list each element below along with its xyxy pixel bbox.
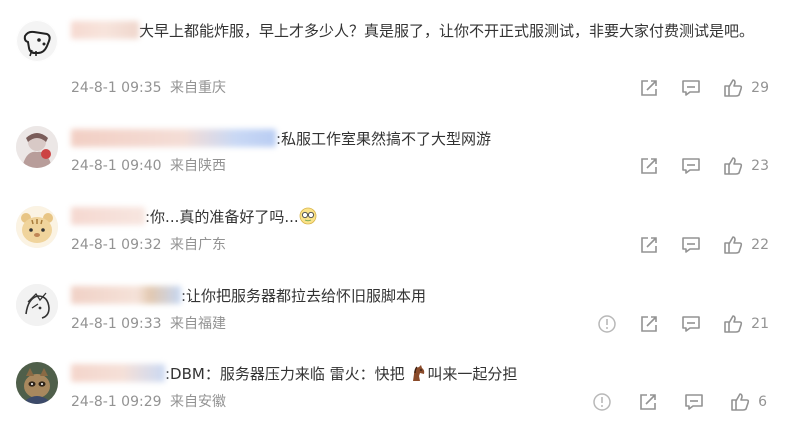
comment-location: 来自重庆	[169, 80, 226, 96]
thumbs-up-icon	[724, 315, 743, 333]
horse-emoji	[413, 365, 425, 381]
comment-actions: 22	[617, 234, 769, 256]
like-button[interactable]: 29	[723, 78, 769, 98]
avatar[interactable]	[16, 126, 58, 168]
comment-meta: 24-8-1 09:29 来自安徽	[71, 392, 226, 412]
like-count: 23	[751, 158, 769, 174]
comment-meta: 24-8-1 09:40 来自陕西	[71, 156, 226, 176]
like-button[interactable]: 23	[723, 156, 769, 176]
glasses-face-emoji	[299, 207, 317, 225]
username-blurred[interactable]	[71, 286, 181, 304]
comment-text: :私服工作室果然搞不了大型网游	[71, 127, 769, 151]
avatar[interactable]	[16, 206, 58, 248]
like-count: 6	[758, 394, 767, 410]
comment-body: :你...真的准备好了吗...	[71, 205, 769, 229]
dog-avatar-icon	[16, 20, 58, 62]
comment-actions: 21	[575, 313, 769, 335]
comment-time: 24-8-1 09:35	[71, 80, 162, 96]
report-icon[interactable]	[597, 314, 617, 334]
comment-time: 24-8-1 09:40	[71, 158, 162, 174]
username-blurred[interactable]	[71, 364, 165, 382]
comment-actions: 23	[617, 155, 769, 177]
comment-body: 大早上都能炸服，早上才多少人？真是服了，让你不开正式服测试，非要大家付费测试是吧…	[71, 19, 769, 43]
thumbs-up-icon	[724, 236, 743, 254]
comment-text: :你...真的准备好了吗...	[71, 205, 769, 229]
character-avatar-icon	[16, 126, 58, 168]
comment-meta: 24-8-1 09:35 来自重庆	[71, 78, 226, 98]
comment-location: 来自陕西	[169, 158, 226, 174]
like-button[interactable]: 22	[723, 235, 769, 255]
comment-actions: 29	[617, 77, 769, 99]
comment-body: :DBM：服务器压力来临 雷火：快把 叫来一起分担	[71, 362, 769, 386]
comment-time: 24-8-1 09:32	[71, 237, 162, 253]
avatar[interactable]	[16, 20, 58, 62]
share-icon[interactable]	[639, 156, 659, 176]
comment-time: 24-8-1 09:33	[71, 316, 162, 332]
comment-meta: 24-8-1 09:32 来自广东	[71, 235, 226, 255]
like-button[interactable]: 21	[723, 314, 769, 334]
thumbs-up-icon	[724, 79, 743, 97]
comment-text: :DBM：服务器压力来临 雷火：快把 叫来一起分担	[71, 362, 769, 386]
share-icon[interactable]	[639, 314, 659, 334]
sketch-avatar-icon	[16, 284, 58, 326]
like-count: 21	[751, 316, 769, 332]
comment-icon[interactable]	[681, 235, 701, 255]
comment-body: :私服工作室果然搞不了大型网游	[71, 127, 769, 151]
comment-location: 来自福建	[169, 316, 226, 332]
comment-icon[interactable]	[681, 314, 701, 334]
comment-location: 来自安徽	[169, 394, 226, 410]
share-icon[interactable]	[638, 392, 658, 412]
comment-icon[interactable]	[681, 156, 701, 176]
share-icon[interactable]	[639, 78, 659, 98]
comment-location: 来自广东	[169, 237, 226, 253]
comment-text: 大早上都能炸服，早上才多少人？真是服了，让你不开正式服测试，非要大家付费测试是吧…	[71, 19, 769, 43]
username-blurred[interactable]	[71, 207, 145, 225]
tiger-avatar-icon	[16, 206, 58, 248]
like-count: 22	[751, 237, 769, 253]
comment-meta: 24-8-1 09:33 来自福建	[71, 314, 226, 334]
comment-body: :让你把服务器都拉去给怀旧服脚本用	[71, 284, 769, 308]
like-button[interactable]: 6	[730, 392, 767, 412]
report-icon[interactable]	[592, 392, 612, 412]
comment-icon[interactable]	[684, 392, 704, 412]
username-blurred[interactable]	[71, 129, 276, 147]
avatar[interactable]	[16, 362, 58, 404]
raccoon-avatar-icon	[16, 362, 58, 404]
thumbs-up-icon	[724, 157, 743, 175]
like-count: 29	[751, 80, 769, 96]
comment-actions: 6	[570, 391, 767, 413]
thumbs-up-icon	[731, 393, 750, 411]
avatar[interactable]	[16, 284, 58, 326]
share-icon[interactable]	[639, 235, 659, 255]
comment-icon[interactable]	[681, 78, 701, 98]
comment-time: 24-8-1 09:29	[71, 394, 162, 410]
username-blurred[interactable]	[71, 21, 139, 39]
comment-text: :让你把服务器都拉去给怀旧服脚本用	[71, 284, 769, 308]
